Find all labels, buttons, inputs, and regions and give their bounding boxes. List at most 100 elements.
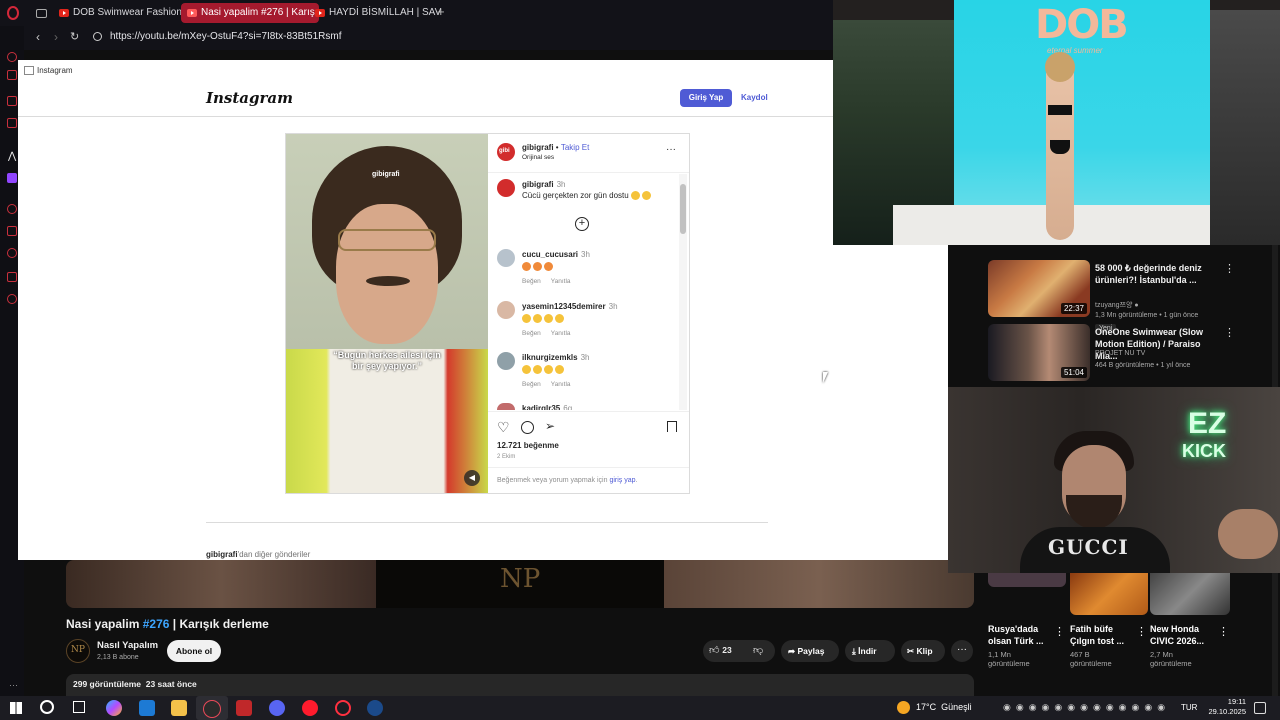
share-button[interactable]: ➦ Paylaş bbox=[781, 640, 839, 662]
more-actions-button[interactable]: ··· bbox=[951, 640, 973, 662]
tab-dob-swimwear[interactable]: DOB Swimwear Fashion S bbox=[53, 3, 193, 23]
short-menu-icon[interactable]: ⋮ bbox=[1054, 625, 1065, 638]
comment-like-link[interactable]: Beğen bbox=[522, 278, 541, 285]
short-menu-icon[interactable]: ⋮ bbox=[1136, 625, 1147, 638]
short-card[interactable]: Rusya'dada olsan Türk ... 1,1 Mn görüntü… bbox=[988, 573, 1066, 668]
tab-haydi-bismillah[interactable]: HAYDİ BİSMİLLAH | SAV bbox=[309, 3, 449, 23]
post-side-panel: gibi gibigrafi • Takip Et Orijinal ses ·… bbox=[488, 134, 689, 493]
comment-like-link[interactable]: Beğen bbox=[522, 330, 541, 337]
comment-user[interactable]: yasemin12345demirer bbox=[522, 302, 606, 311]
discord-icon[interactable] bbox=[269, 700, 285, 716]
sidebar-settings-icon[interactable] bbox=[7, 294, 17, 304]
bookmark-icon[interactable] bbox=[667, 421, 677, 432]
instagram-popup-window: Instagram Instagram Giriş Yap Kaydol gib… bbox=[18, 60, 948, 560]
opera-logo-icon[interactable] bbox=[7, 6, 19, 20]
heart-icon[interactable]: ♡ bbox=[497, 419, 510, 436]
sidebar-extensions-icon[interactable] bbox=[7, 272, 17, 282]
channel-name[interactable]: Nasıl Yapalım bbox=[97, 640, 158, 651]
more-posts-user[interactable]: gibigrafi bbox=[206, 550, 238, 559]
clip-button[interactable]: ✂ Klip bbox=[901, 640, 945, 662]
likes-count[interactable]: 12.721 beğenme bbox=[497, 441, 559, 450]
comment-like-link[interactable]: Beğen bbox=[522, 381, 541, 388]
dislike-button[interactable]: 👎︎ bbox=[753, 644, 763, 656]
related-thumbnail: 51:04 bbox=[988, 324, 1090, 381]
steam-icon[interactable] bbox=[367, 700, 383, 716]
sidebar-bookmarks-icon[interactable] bbox=[7, 226, 17, 236]
comments-scrollbar[interactable] bbox=[679, 174, 687, 410]
streaming-app-icon[interactable] bbox=[236, 700, 252, 716]
short-card[interactable]: Fatih büfe Çılgın tost ... 467 B görüntü… bbox=[1070, 573, 1148, 668]
instagram-logo[interactable]: Instagram bbox=[206, 89, 293, 107]
comment-icon[interactable] bbox=[521, 421, 534, 434]
video-title-hashtag[interactable]: #276 bbox=[143, 617, 170, 631]
comment-avatar[interactable] bbox=[497, 249, 515, 267]
section-divider bbox=[206, 522, 768, 523]
subscribe-button[interactable]: Abone ol bbox=[167, 640, 221, 662]
tab-nasi-yapalim[interactable]: Nasi yapalim #276 | Karış bbox=[181, 3, 319, 23]
forward-icon[interactable]: › bbox=[54, 30, 58, 44]
post-video[interactable]: gibigrafi “Bugün herkes ailesi için bir … bbox=[286, 134, 488, 493]
channel-avatar-logo: NP bbox=[71, 645, 85, 655]
new-tab-plus-icon[interactable]: + bbox=[437, 4, 445, 19]
back-icon[interactable]: ‹ bbox=[36, 30, 40, 44]
sidebar-downloads-icon[interactable] bbox=[7, 248, 17, 258]
weather-text[interactable]: 17°C Güneşli bbox=[916, 702, 972, 712]
sidebar-messenger-icon[interactable] bbox=[7, 96, 17, 106]
clock[interactable]: 19:11 29.10.2025 bbox=[1202, 697, 1246, 717]
comment-avatar[interactable] bbox=[497, 301, 515, 319]
login-link[interactable]: giriş yap bbox=[609, 477, 635, 484]
like-button[interactable]: 👍︎ 23 bbox=[709, 644, 732, 656]
start-icon[interactable] bbox=[10, 702, 22, 714]
short-menu-icon[interactable]: ⋮ bbox=[1218, 625, 1229, 638]
comment-user[interactable]: ilknurgizemkls bbox=[522, 353, 578, 362]
subscribe-label: Abone ol bbox=[175, 646, 213, 656]
sidebar-aria-icon[interactable] bbox=[7, 52, 17, 62]
related-menu-icon[interactable]: ⋮ bbox=[1224, 262, 1235, 275]
comment-time: 3h bbox=[580, 353, 590, 362]
tab-island-icon[interactable] bbox=[36, 9, 47, 18]
related-menu-icon[interactable]: ⋮ bbox=[1224, 326, 1235, 339]
sidebar-aria-ai-icon[interactable]: ⋀ bbox=[8, 151, 16, 162]
opera-gx-alt-icon[interactable] bbox=[335, 700, 351, 716]
short-title: Rusya'dada olsan Türk ... bbox=[988, 624, 1044, 646]
neon-line-1: EZ bbox=[1188, 407, 1227, 440]
opera-icon[interactable] bbox=[302, 700, 318, 716]
weather-icon[interactable] bbox=[897, 701, 910, 714]
comment-reply-link[interactable]: Yanıtla bbox=[551, 278, 571, 285]
comment-reply-link[interactable]: Yanıtla bbox=[551, 381, 571, 388]
description-box[interactable]: 299 görüntüleme 23 saat önce bbox=[66, 674, 974, 696]
outlook-icon[interactable] bbox=[139, 700, 155, 716]
task-view-icon[interactable] bbox=[73, 701, 85, 713]
video-player-strip[interactable]: NP bbox=[66, 560, 974, 608]
download-button[interactable]: ⤓ İndir bbox=[845, 640, 895, 662]
comment-avatar[interactable] bbox=[497, 403, 515, 410]
sidebar-speed-dial-icon[interactable] bbox=[7, 70, 17, 80]
search-icon[interactable] bbox=[40, 700, 54, 714]
scrollbar-thumb[interactable] bbox=[680, 184, 686, 234]
tray-icons[interactable]: ◉◉◉◉◉◉◉◉◉◉◉◉◉ bbox=[1003, 702, 1170, 713]
notifications-icon[interactable] bbox=[1254, 702, 1266, 714]
sidebar-twitch-icon[interactable] bbox=[7, 173, 17, 183]
sidebar-history-icon[interactable] bbox=[7, 204, 17, 214]
comment-avatar[interactable] bbox=[497, 352, 515, 370]
channel-avatar[interactable]: NP bbox=[66, 639, 90, 663]
laughing-emoji-icon bbox=[533, 262, 542, 272]
login-button[interactable]: Giriş Yap bbox=[680, 89, 732, 107]
mute-icon[interactable]: ◀ bbox=[464, 470, 480, 486]
related-meta: 464 B görüntüleme • 1 yıl önce bbox=[1095, 362, 1191, 369]
signup-link[interactable]: Kaydol bbox=[741, 93, 768, 102]
comment-reply-link[interactable]: Yanıtla bbox=[551, 330, 571, 337]
sidebar-whatsapp-icon[interactable] bbox=[7, 118, 17, 128]
url-field[interactable]: https://youtu.be/mXey-OstuF4?si=7I8tx-83… bbox=[110, 31, 342, 42]
short-views-label: görüntüleme bbox=[988, 659, 1030, 668]
language-indicator[interactable]: TUR bbox=[1181, 703, 1197, 712]
glasses bbox=[338, 229, 436, 251]
reload-icon[interactable]: ↻ bbox=[70, 30, 79, 43]
short-card[interactable]: New Honda CIVIC 2026... 2,7 Mn görüntüle… bbox=[1150, 573, 1230, 668]
copilot-icon[interactable] bbox=[106, 700, 122, 716]
comment-user[interactable]: cucu_cucusari bbox=[522, 250, 578, 259]
comment-user[interactable]: kadirglr35 bbox=[522, 404, 560, 410]
sidebar-more-icon[interactable]: ··· bbox=[9, 680, 18, 690]
file-explorer-icon[interactable] bbox=[171, 700, 187, 716]
send-icon[interactable]: ➢ bbox=[545, 419, 555, 433]
